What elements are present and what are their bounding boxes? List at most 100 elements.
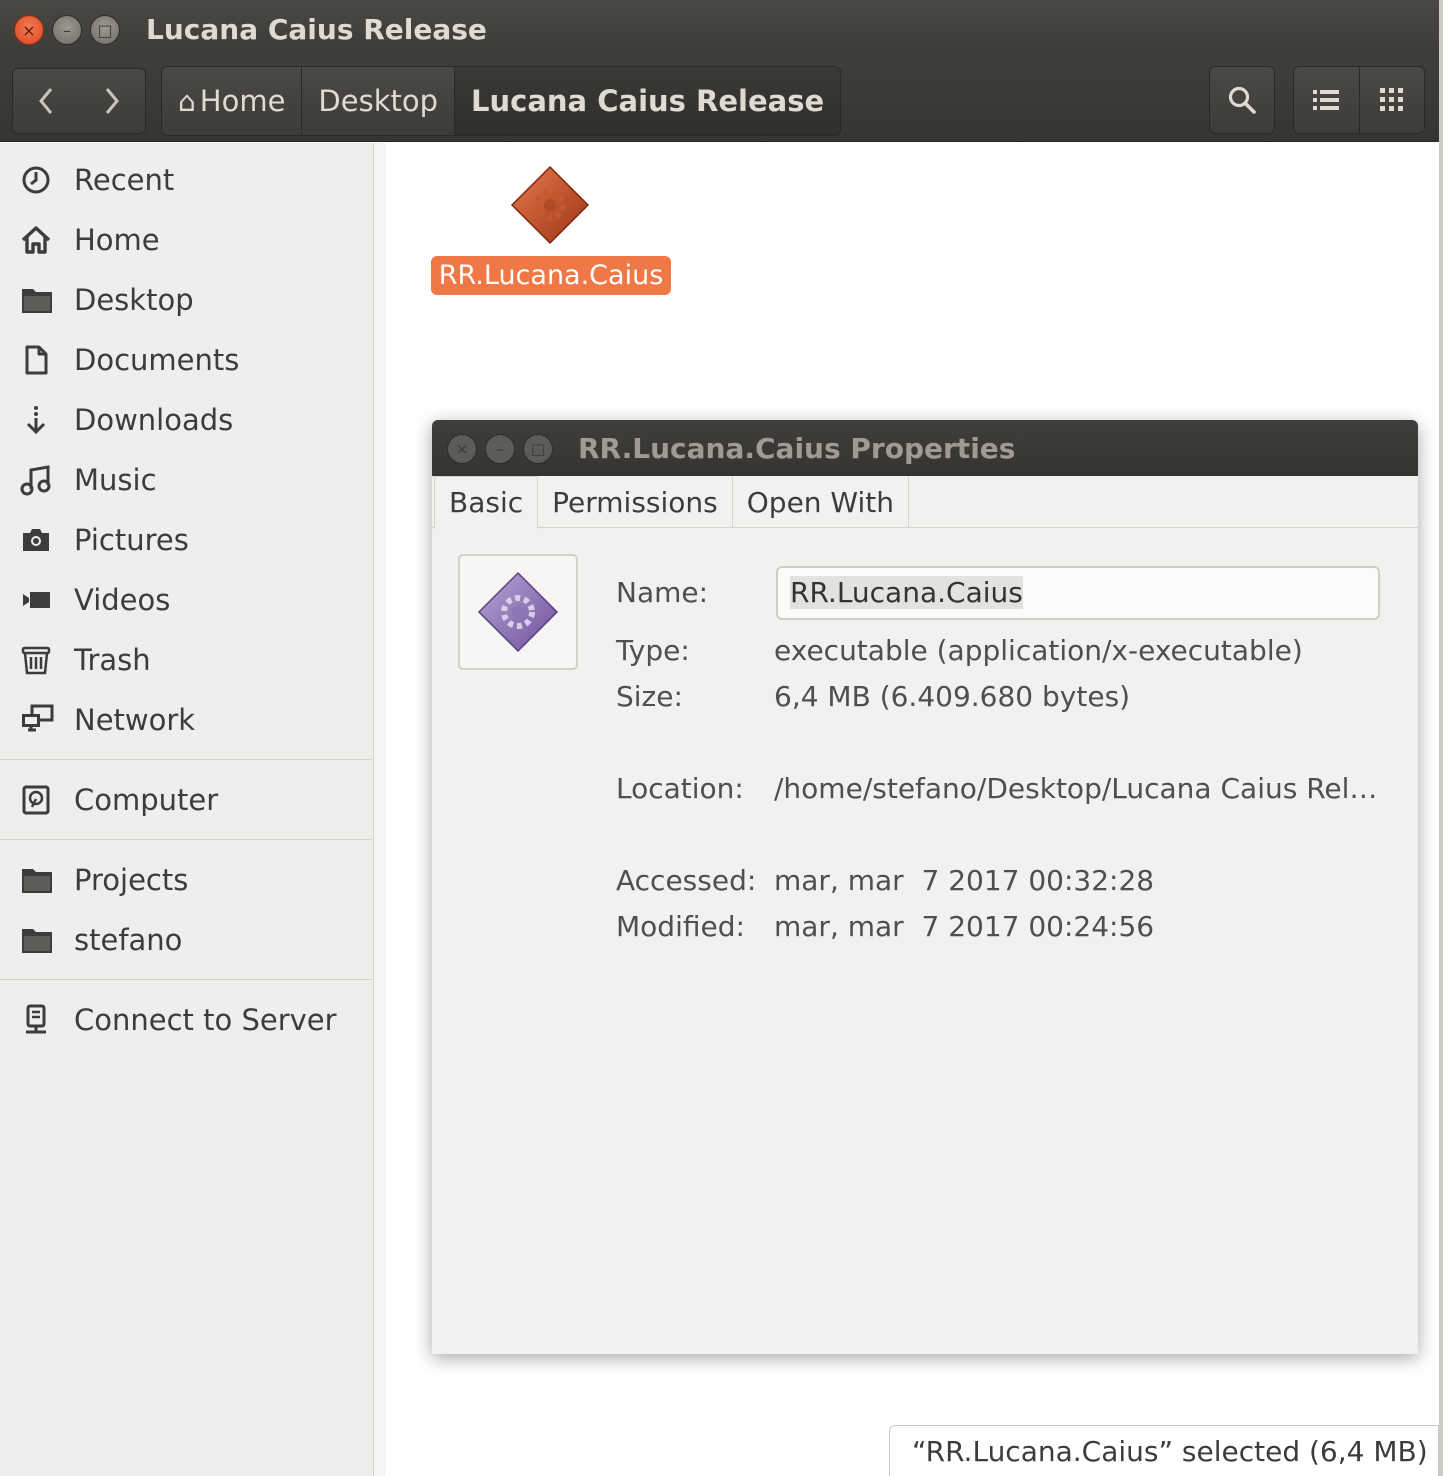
name-field-value: RR.Lucana.Caius (790, 576, 1023, 609)
sidebar-item-network[interactable]: Network (0, 692, 372, 748)
sidebar-item-label: Downloads (74, 403, 234, 437)
name-label: Name: (616, 576, 709, 609)
modified-value: mar, mar 7 2017 00:24:56 (774, 910, 1155, 943)
sidebar-item-trash[interactable]: Trash (0, 632, 372, 688)
sidebar-item-label: Music (74, 463, 157, 497)
music-icon (0, 464, 74, 496)
sidebar-item-pictures[interactable]: Pictures (0, 512, 372, 568)
selection-status: “RR.Lucana.Caius” selected (6,4 MB) (889, 1425, 1439, 1476)
download-icon (0, 404, 74, 436)
size-value: 6,4 MB (6.409.680 bytes) (774, 680, 1131, 713)
list-view-button[interactable] (1294, 67, 1359, 133)
close-icon: × (22, 20, 36, 40)
sidebar-item-music[interactable]: Music (0, 452, 372, 508)
sidebar-item-label: Trash (74, 643, 151, 677)
type-label: Type: (616, 634, 690, 667)
location-label: Location: (616, 772, 744, 805)
sidebar-item-stefano[interactable]: stefano (0, 912, 372, 968)
file-icon-button[interactable] (458, 554, 578, 670)
size-label: Size: (616, 680, 683, 713)
breadcrumb-label: Desktop (318, 84, 439, 118)
sidebar-item-home[interactable]: Home (0, 212, 372, 268)
window-title: Lucana Caius Release (146, 13, 487, 46)
dialog-title: RR.Lucana.Caius Properties (578, 432, 1016, 465)
breadcrumb-current-folder[interactable]: Lucana Caius Release (455, 67, 841, 135)
pane-divider[interactable] (374, 143, 386, 1476)
grid-view-button[interactable] (1358, 67, 1425, 133)
document-icon (0, 344, 74, 376)
sidebar: Recent Home Desktop Documents Downloads … (0, 143, 374, 1476)
dialog-close-button[interactable]: × (447, 434, 477, 464)
sidebar-item-label: Desktop (74, 283, 194, 317)
tab-basic[interactable]: Basic (434, 476, 539, 529)
sidebar-item-label: stefano (74, 923, 183, 957)
minimize-icon: – (496, 440, 504, 458)
window-minimize-button[interactable]: – (52, 15, 82, 45)
tab-open-with[interactable]: Open With (733, 476, 910, 528)
file-name-label[interactable]: RR.Lucana.Caius (431, 256, 671, 295)
sidebar-item-label: Documents (74, 343, 240, 377)
sidebar-item-connect-to-server[interactable]: Connect to Server (0, 992, 372, 1048)
sidebar-item-projects[interactable]: Projects (0, 852, 372, 908)
drive-icon (0, 784, 74, 816)
breadcrumb-label: Lucana Caius Release (471, 84, 825, 118)
back-button[interactable] (13, 69, 79, 133)
search-button[interactable] (1209, 66, 1275, 134)
sidebar-separator (0, 759, 372, 760)
tab-permissions[interactable]: Permissions (538, 476, 733, 528)
accessed-value: mar, mar 7 2017 00:32:28 (774, 864, 1155, 897)
breadcrumb: ⌂ Home Desktop Lucana Caius Release (161, 66, 842, 136)
home-icon (0, 224, 74, 256)
window-close-button[interactable]: × (14, 15, 44, 45)
sidebar-item-desktop[interactable]: Desktop (0, 272, 372, 328)
breadcrumb-desktop[interactable]: Desktop (302, 67, 456, 135)
dialog-maximize-button[interactable]: □ (523, 434, 553, 464)
sidebar-item-downloads[interactable]: Downloads (0, 392, 372, 448)
sidebar-item-documents[interactable]: Documents (0, 332, 372, 388)
name-field[interactable]: RR.Lucana.Caius (776, 566, 1380, 620)
sidebar-item-videos[interactable]: Videos (0, 572, 372, 628)
nav-button-group (12, 68, 146, 134)
type-value: executable (application/x-executable) (774, 634, 1303, 667)
properties-dialog: × – □ RR.Lucana.Caius Properties Basic P… (432, 420, 1418, 1354)
clock-icon (0, 164, 74, 196)
view-mode-group (1293, 66, 1425, 134)
folder-icon (0, 924, 74, 956)
location-value: /home/stefano/Desktop/Lucana Caius Rel… (774, 772, 1378, 805)
sidebar-item-label: Computer (74, 783, 219, 817)
grid-view-icon (1379, 88, 1403, 111)
window-titlebar: × – □ Lucana Caius Release (0, 0, 1443, 62)
executable-icon[interactable] (510, 165, 590, 249)
maximize-icon: □ (97, 20, 113, 40)
sidebar-separator (0, 979, 372, 980)
modified-label: Modified: (616, 910, 745, 943)
sidebar-item-label: Recent (74, 163, 175, 197)
server-icon (0, 1004, 74, 1036)
home-icon: ⌂ (178, 84, 196, 118)
dialog-titlebar: × – □ RR.Lucana.Caius Properties (432, 420, 1418, 476)
sidebar-separator (0, 839, 372, 840)
sidebar-item-label: Home (74, 223, 160, 257)
dialog-tabs: Basic Permissions Open With (432, 476, 1418, 529)
sidebar-item-label: Network (74, 703, 196, 737)
dialog-minimize-button[interactable]: – (485, 434, 515, 464)
trash-icon (0, 644, 74, 676)
window-border (1439, 0, 1443, 1476)
forward-button[interactable] (79, 69, 145, 133)
video-icon (0, 584, 74, 616)
sidebar-item-label: Connect to Server (74, 1003, 337, 1037)
chevron-right-icon (105, 88, 119, 114)
folder-icon (0, 284, 74, 316)
close-icon: × (455, 440, 469, 458)
accessed-label: Accessed: (616, 864, 757, 897)
folder-icon (0, 864, 74, 896)
sidebar-item-label: Videos (74, 583, 171, 617)
sidebar-item-computer[interactable]: Computer (0, 772, 372, 828)
window-maximize-button[interactable]: □ (90, 15, 120, 45)
sidebar-item-recent[interactable]: Recent (0, 152, 372, 208)
list-view-icon (1313, 90, 1340, 110)
breadcrumb-home[interactable]: ⌂ Home (162, 67, 303, 135)
minimize-icon: – (63, 20, 71, 40)
executable-icon (477, 571, 559, 653)
chevron-left-icon (39, 88, 53, 114)
